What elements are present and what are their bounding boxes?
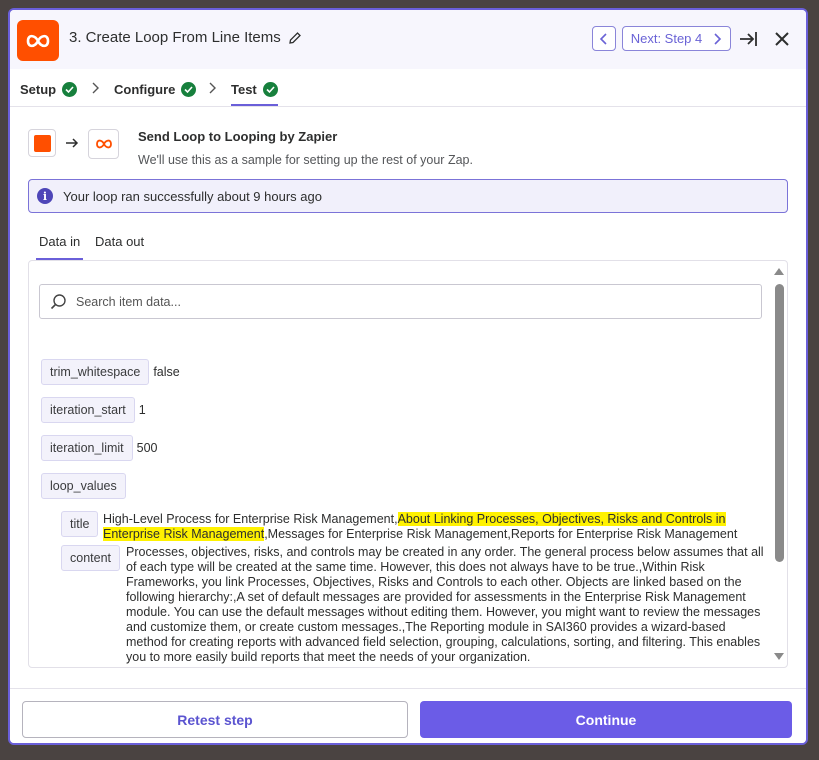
banner-text: Your loop ran successfully about 9 hours… [63,188,322,204]
step-panel: 3. Create Loop From Line Items Next: Ste… [8,8,808,745]
previous-step-button[interactable] [592,26,616,51]
data-viewer[interactable]: trim_whitespace false iteration_start 1 … [28,260,788,668]
step-header: 3. Create Loop From Line Items Next: Ste… [10,10,806,69]
field-value: 500 [136,441,158,455]
continue-button[interactable]: Continue [420,701,792,738]
tab-test[interactable]: Test [231,80,278,98]
step-tabs: Setup Configure Test [10,69,806,107]
field-key-title: title [61,511,99,537]
search-icon [50,294,66,310]
info-icon: i [37,188,53,204]
close-icon [775,32,789,46]
tab-setup[interactable]: Setup [20,80,78,98]
title-part-1: High-Level Process for Enterprise Risk M… [103,512,398,526]
check-circle-icon [62,81,78,97]
scrollbar[interactable] [771,261,787,667]
check-circle-icon [262,81,278,97]
field-value: 1 [138,403,146,417]
footer: Retest step Continue [10,688,806,743]
content-value: Processes, objectives, risks, and contro… [126,545,764,664]
close-button[interactable] [771,28,793,50]
trigger-app-icon [28,129,56,157]
scroll-down-arrow[interactable] [774,653,784,660]
next-step-label: Next: Step 4 [630,31,703,46]
search-box[interactable] [39,284,762,319]
field-key: iteration_limit [41,435,133,461]
looping-app-logo [17,20,59,61]
tab-configure[interactable]: Configure [114,80,197,98]
search-input[interactable] [76,294,716,309]
field-row: trim_whitespace false [41,359,180,385]
step-title[interactable]: 3. Create Loop From Line Items [69,29,302,46]
field-row: iteration_start 1 [41,397,146,423]
field-key: loop_values [41,473,126,499]
field-key: iteration_start [41,397,135,423]
title-part-2: ,Messages for Enterprise Risk Management… [264,527,738,541]
field-key-content: content [61,545,121,571]
scrollbar-thumb[interactable] [775,284,784,562]
title-value: High-Level Process for Enterprise Risk M… [103,512,753,542]
chevron-right-icon [209,82,216,94]
looping-icon [95,139,112,149]
send-title: Send Loop to Looping by Zapier [138,129,338,144]
step-title-text: 3. Create Loop From Line Items [69,29,281,46]
tab-data-out[interactable]: Data out [95,234,144,249]
tab-configure-label: Configure [114,81,176,97]
tab-data-in[interactable]: Data in [39,234,80,249]
scroll-up-arrow[interactable] [774,268,784,275]
field-value: false [153,365,180,379]
check-circle-icon [181,81,197,97]
collapse-panel-button[interactable] [738,28,760,50]
retest-step-button[interactable]: Retest step [22,701,408,738]
pencil-icon[interactable] [288,31,302,45]
tab-setup-label: Setup [20,81,57,97]
send-subtitle: We'll use this as a sample for setting u… [138,153,473,167]
field-row: iteration_limit 500 [41,435,158,461]
next-step-button[interactable]: Next: Step 4 [622,26,731,51]
looping-icon [26,34,50,47]
tab-test-label: Test [231,81,257,97]
arrow-to-edge-icon [740,32,757,46]
chevron-left-icon [599,32,607,45]
field-row: loop_values [41,473,126,499]
active-tab-indicator [231,104,278,106]
success-banner: i Your loop ran successfully about 9 hou… [28,179,788,213]
arrow-right-icon [66,138,79,148]
chevron-right-icon [714,32,722,45]
field-key: trim_whitespace [41,359,150,385]
chevron-right-icon [92,82,99,94]
looping-app-icon [88,129,119,159]
